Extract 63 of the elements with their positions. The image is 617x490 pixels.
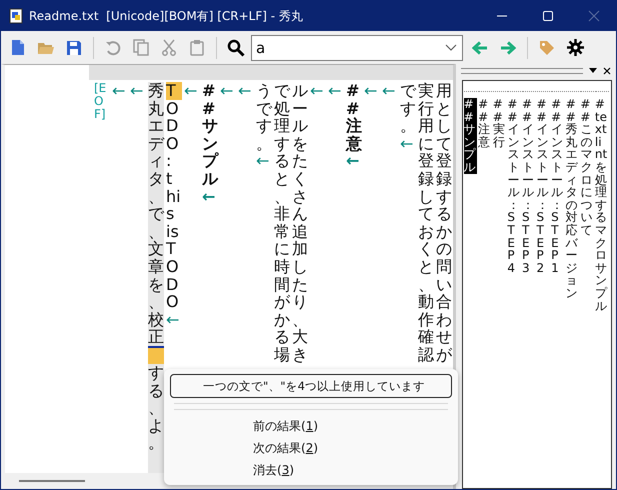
outline-item[interactable]: ## このマクロについて (580, 98, 594, 237)
newline-mark: ← (202, 188, 216, 206)
outline-item[interactable]: ## 秀丸エディタの対応バージョン (566, 98, 580, 300)
menu-item[interactable]: 次の結果(2) (170, 437, 452, 459)
notepad-icon (9, 8, 23, 24)
text-line: 秀丸エディタ、で、文章を、校正 (148, 82, 164, 346)
search-icon[interactable] (227, 38, 245, 56)
search-field[interactable]: a (251, 34, 463, 60)
folder-icon (37, 40, 55, 54)
copy-icon (133, 39, 149, 56)
newline-mark: ← (256, 152, 270, 170)
eof-marker: [EOF] (94, 82, 108, 122)
gear-icon (566, 39, 584, 56)
newline-mark: ← (238, 82, 252, 100)
newline-mark: ← (382, 82, 396, 100)
outline-item[interactable]: ## インストール：STEP 1 (551, 98, 565, 274)
text-line: で処理すると、非常に時間がかる場 (274, 82, 290, 364)
document-icon (11, 39, 25, 56)
newline-mark: ← (184, 82, 198, 100)
tag-icon (539, 40, 555, 56)
menu-item[interactable]: 一つの文で"、"を4つ以上使用しています (170, 374, 452, 398)
outline-item[interactable]: # textlintを処理するマクロサンプル (594, 98, 608, 312)
right-arrow-icon (500, 40, 516, 54)
newline-mark: ← (310, 82, 324, 100)
outline-item[interactable]: ## インストール：STEP 4 (507, 98, 521, 274)
close-icon[interactable] (603, 67, 611, 75)
clipboard-icon (190, 39, 204, 56)
dropdown-icon[interactable] (589, 68, 597, 74)
newline-mark: ← (400, 134, 414, 152)
outline-item[interactable]: ## インストール：STEP 3 (522, 98, 536, 274)
scrollbar-thumb[interactable] (19, 480, 85, 482)
newline-mark: ← (364, 82, 378, 100)
outline-item[interactable]: ## 実行 (492, 98, 506, 148)
text-line: ## サンプル (202, 82, 218, 188)
maximize-icon[interactable] (542, 10, 554, 22)
newline-mark: ← (112, 82, 126, 100)
left-arrow-icon (472, 40, 488, 54)
undo-icon (105, 40, 121, 56)
highlighted-text: T (166, 82, 182, 100)
text-cursor (148, 346, 164, 364)
window-title: Readme.txt [Unicode][BOM有] [CR+LF] - 秀丸 (29, 8, 303, 24)
text-line: うです。 (256, 82, 272, 152)
newline-mark: ← (346, 152, 360, 170)
newline-mark: ← (220, 82, 234, 100)
text-line: する、 (148, 364, 164, 417)
outline-item[interactable]: ## 注意 (478, 98, 492, 148)
newline-mark: ← (166, 310, 180, 328)
text-line: ルールをたくさん追加したり、大き (292, 82, 308, 364)
newline-mark: ← (130, 82, 144, 100)
text-line: です。 (400, 82, 416, 135)
outline-item[interactable]: ## インストール：STEP 2 (536, 98, 550, 274)
text-line: ## 注意 (346, 82, 362, 152)
menu-item[interactable]: 消去(3) (170, 459, 452, 481)
text-line: ODO: this is TODO (166, 100, 182, 311)
menu-item[interactable]: 前の結果(1) (170, 415, 452, 437)
newline-mark: ← (328, 82, 342, 100)
text-line: 用として登録するかの問い合わせが (436, 82, 452, 364)
scissors-icon (161, 39, 177, 56)
chevron-down-icon[interactable] (445, 44, 457, 52)
pane-grip[interactable] (461, 68, 583, 74)
text-line: 実行用に登録しておくと、動作確認 (418, 82, 434, 364)
text-line: よ。 (148, 416, 164, 452)
outline-item[interactable]: ## サンプル (464, 98, 478, 174)
